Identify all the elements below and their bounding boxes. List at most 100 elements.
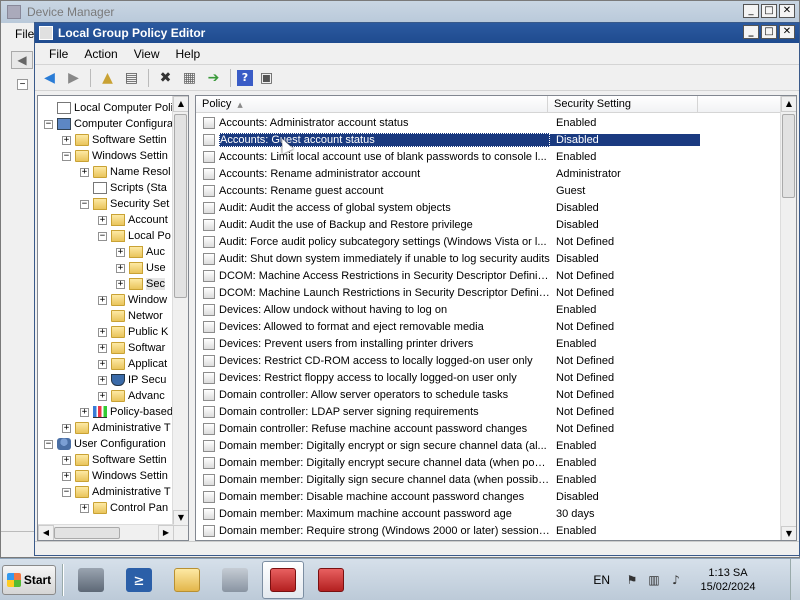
expand-icon[interactable]: + [80, 167, 89, 177]
expand-icon[interactable]: + [98, 343, 107, 353]
expand-icon[interactable]: + [98, 295, 107, 305]
table-row[interactable]: Devices: Restrict CD-ROM access to local… [196, 352, 782, 369]
tree-node[interactable]: + Policy-based [80, 404, 173, 420]
tree-node[interactable]: + Windows Settin [62, 468, 168, 484]
tree-node[interactable]: + Control Pan [80, 500, 168, 516]
tree-node[interactable]: + Software Settin [62, 452, 167, 468]
table-row[interactable]: Accounts: Rename administrator account Ad… [196, 165, 782, 182]
tree-node[interactable]: + Softwar [98, 340, 165, 356]
expand-icon[interactable]: + [62, 135, 71, 145]
tree-node[interactable]: − Computer Configura [44, 116, 173, 132]
scroll-thumb[interactable] [174, 114, 187, 298]
tree-node[interactable]: Local Computer Policy [44, 100, 184, 116]
menu-file[interactable]: File [41, 47, 76, 61]
scroll-up-icon[interactable]: ▲ [173, 96, 188, 112]
table-row[interactable]: Devices: Restrict floppy access to local… [196, 369, 782, 386]
column-header-policy[interactable]: Policy ▲ [196, 96, 548, 113]
expand-icon[interactable]: + [62, 423, 71, 433]
list-vertical-scrollbar[interactable]: ▲ ▼ [780, 96, 796, 540]
device-manager-menu-file[interactable]: File [15, 27, 34, 41]
tree-node[interactable]: + Public K [98, 324, 168, 340]
forward-icon[interactable]: ▶ [63, 68, 84, 88]
expand-icon[interactable]: + [62, 455, 71, 465]
table-row[interactable]: Domain member: Digitally encrypt secure … [196, 454, 782, 471]
table-row[interactable]: Accounts: Administrator account status En… [196, 114, 782, 131]
volume-muted-icon[interactable]: ♪ [668, 572, 684, 588]
expand-icon[interactable]: + [62, 471, 71, 481]
tree-node[interactable]: + Window [98, 292, 167, 308]
table-row[interactable]: Domain member: Digitally sign secure cha… [196, 471, 782, 488]
table-row[interactable]: Domain member: Disable machine account p… [196, 488, 782, 505]
table-row[interactable]: Domain controller: Allow server operator… [196, 386, 782, 403]
collapse-icon[interactable]: − [62, 151, 71, 161]
maximize-button[interactable]: □ [761, 4, 777, 18]
scroll-left-icon[interactable]: ◀ [38, 525, 54, 540]
collapse-icon[interactable]: − [17, 79, 28, 90]
back-icon[interactable]: ◀ [39, 68, 60, 88]
tree-node[interactable]: − Administrative T [62, 484, 171, 500]
console-icon[interactable]: ▣ [256, 68, 277, 88]
expand-icon[interactable]: + [116, 279, 125, 289]
table-row[interactable]: Accounts: Rename guest account Guest [196, 182, 782, 199]
language-indicator[interactable]: EN [593, 573, 610, 587]
tree-node[interactable]: − Security Set [80, 196, 169, 212]
table-row[interactable]: Domain member: Digitally encrypt or sign… [196, 437, 782, 454]
table-row[interactable]: Devices: Allow undock without having to … [196, 301, 782, 318]
table-row[interactable]: Audit: Force audit policy subcategory se… [196, 233, 782, 250]
network-icon[interactable]: ▥ [646, 572, 662, 588]
tree-node[interactable]: + Applicat [98, 356, 167, 372]
taskbar-app-button[interactable] [214, 561, 256, 599]
maximize-button[interactable]: □ [761, 25, 777, 39]
scroll-right-icon[interactable]: ▶ [158, 525, 174, 540]
flag-icon[interactable]: ⚑ [624, 572, 640, 588]
tree-node[interactable]: + Administrative T [62, 420, 171, 436]
scroll-down-icon[interactable]: ▼ [781, 526, 796, 540]
table-row[interactable]: Domain controller: LDAP server signing r… [196, 403, 782, 420]
table-row[interactable]: Domain member: Require strong (Windows 2… [196, 522, 782, 539]
tree-node[interactable]: + Auc [116, 244, 165, 260]
table-row[interactable]: DCOM: Machine Launch Restrictions in Sec… [196, 284, 782, 301]
start-button[interactable]: Start [2, 564, 56, 595]
collapse-icon[interactable]: − [98, 231, 107, 241]
tree-node[interactable]: Networ [98, 308, 163, 324]
export-list-icon[interactable]: ➔ [203, 68, 224, 88]
tree-node[interactable]: + Advanc [98, 388, 165, 404]
collapse-icon[interactable]: − [44, 119, 53, 129]
expand-icon[interactable]: + [98, 327, 107, 337]
delete-icon[interactable]: ✖ [155, 68, 176, 88]
tree-node[interactable]: − Local Po [98, 228, 171, 244]
taskbar-app-button[interactable] [310, 561, 352, 599]
minimize-button[interactable]: _ [743, 4, 759, 18]
scroll-up-icon[interactable]: ▲ [781, 96, 796, 112]
expand-icon[interactable]: + [80, 503, 89, 513]
tree-node[interactable]: − User Configuration [44, 436, 166, 452]
table-row[interactable]: Domain member: Maximum machine account p… [196, 505, 782, 522]
tree-node[interactable]: + Account [98, 212, 168, 228]
table-row[interactable]: DCOM: Machine Access Restrictions in Sec… [196, 267, 782, 284]
menu-help[interactable]: Help [168, 47, 209, 61]
table-row[interactable]: Audit: Audit the use of Backup and Resto… [196, 216, 782, 233]
table-row[interactable]: Audit: Audit the access of global system… [196, 199, 782, 216]
table-row[interactable]: Audit: Shut down system immediately if u… [196, 250, 782, 267]
tree-horizontal-scrollbar[interactable]: ◀ ▶ [38, 524, 174, 540]
expand-icon[interactable]: + [116, 263, 125, 273]
collapse-icon[interactable]: − [80, 199, 89, 209]
table-row[interactable]: Domain controller: Refuse machine accoun… [196, 420, 782, 437]
menu-action[interactable]: Action [76, 47, 125, 61]
table-row[interactable]: Devices: Prevent users from installing p… [196, 335, 782, 352]
help-icon[interactable]: ? [237, 69, 253, 86]
tree-node[interactable]: + Software Settin [62, 132, 167, 148]
taskbar-app-button[interactable] [70, 561, 112, 599]
expand-icon[interactable]: + [98, 215, 107, 225]
tree-node[interactable]: + Use [116, 260, 166, 276]
show-desktop-button[interactable] [790, 559, 800, 600]
taskbar-app-button[interactable] [262, 560, 304, 599]
column-header-security-setting[interactable]: Security Setting [548, 96, 698, 113]
scroll-thumb[interactable] [54, 527, 120, 539]
menu-view[interactable]: View [126, 47, 168, 61]
navigation-tree[interactable]: Local Computer Policy − Computer Configura… [37, 95, 189, 541]
tree-node[interactable]: + IP Secu [98, 372, 166, 388]
taskbar-app-button[interactable]: ≥ [118, 561, 160, 599]
show-hide-tree-icon[interactable]: ▤ [121, 68, 142, 88]
properties-icon[interactable]: ▦ [179, 68, 200, 88]
